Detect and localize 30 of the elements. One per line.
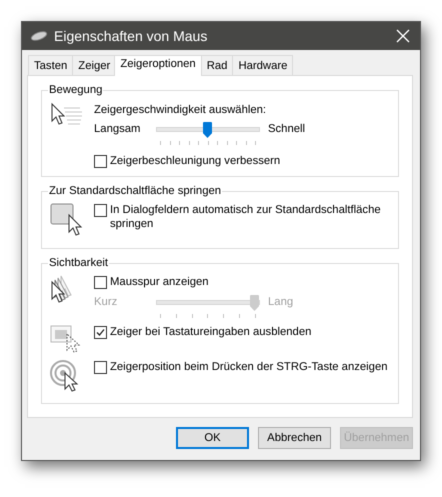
checkbox-label[interactable]: Mausspur anzeigen — [110, 275, 209, 289]
checkbox[interactable] — [94, 276, 107, 289]
tab[interactable]: Tasten — [28, 55, 74, 75]
close-icon[interactable] — [396, 29, 410, 43]
checkbox[interactable] — [94, 155, 107, 168]
slider-min-label: Kurz — [94, 295, 118, 308]
slider-min-label: Langsam — [94, 122, 142, 135]
dialog-button[interactable]: OK — [176, 427, 249, 449]
checkbox-label[interactable]: In Dialogfeldern automatisch zur Standardschaltfläche springen — [110, 203, 390, 231]
checkbox-label[interactable]: Zeigerposition beim Drücken der STRG-Taste anzeigen — [110, 360, 388, 374]
checkbox-label[interactable]: Zeigerbeschleunigung verbessern — [110, 154, 280, 168]
group-title: Bewegung — [48, 84, 104, 96]
dialog-button[interactable]: Abbrechen — [258, 427, 331, 449]
cursor-trail-icon — [51, 275, 73, 304]
tab[interactable]: Hardware — [232, 55, 294, 75]
group-title: Zur Standardschaltfläche springen — [48, 185, 222, 197]
slider-max-label: Schnell — [268, 122, 306, 135]
group-title: Sichtbarkeit — [48, 257, 110, 269]
tab[interactable]: Zeigeroptionen — [114, 55, 202, 76]
mouse-icon — [30, 31, 48, 41]
checkbox[interactable] — [94, 361, 107, 374]
slider-max-label: Lang — [268, 295, 294, 308]
slider[interactable] — [156, 122, 260, 146]
window-title: Eigenschaften von Maus — [54, 28, 208, 44]
slider[interactable] — [156, 295, 260, 319]
checkbox[interactable] — [94, 204, 107, 217]
speed-label: Zeigergeschwindigkeit auswählen: — [94, 103, 268, 116]
checkbox-label[interactable]: Zeiger bei Tastatureingaben ausblenden — [110, 325, 312, 339]
button-cursor-icon — [50, 203, 84, 237]
checkbox[interactable] — [94, 326, 107, 339]
